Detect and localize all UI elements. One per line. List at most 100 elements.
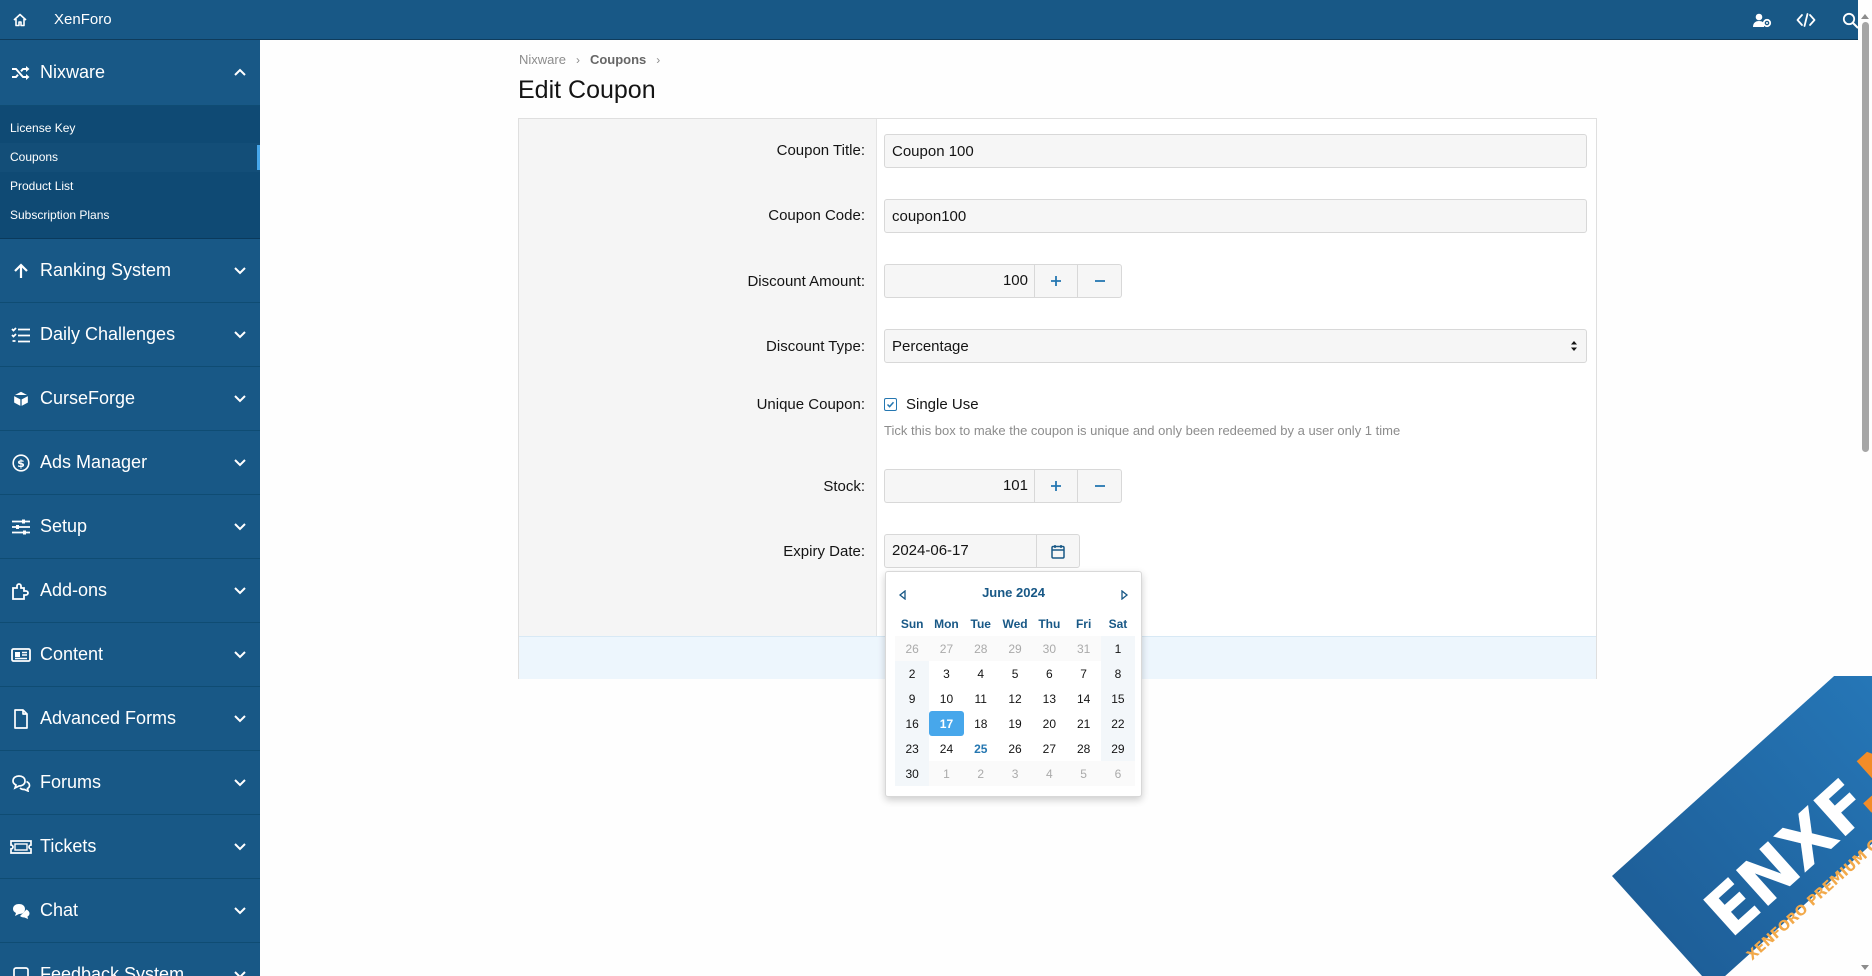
sidebar-section-label: Add-ons (40, 580, 108, 600)
calendar-day[interactable]: 6 (1100, 761, 1136, 786)
decrement-button[interactable] (1078, 264, 1122, 298)
sidebar-section-add-ons[interactable]: Add-ons (0, 559, 260, 623)
sidebar-item-subscription-plans[interactable]: Subscription Plans (0, 201, 260, 230)
calendar-day[interactable]: 4 (964, 661, 998, 686)
discount-amount-input[interactable]: 100 (884, 264, 1034, 298)
calendar-day[interactable]: 29 (1100, 736, 1136, 761)
calendar-day[interactable]: 3 (997, 761, 1033, 786)
calendar-day[interactable]: 26 (998, 736, 1032, 761)
calendar-day[interactable]: 10 (929, 686, 963, 711)
user-admins-button[interactable] (1740, 0, 1784, 40)
chevron-down-icon (230, 709, 250, 729)
home-button[interactable] (0, 0, 40, 40)
sidebar-section-daily-challenges[interactable]: Daily Challenges (0, 303, 260, 367)
calendar-day[interactable]: 28 (1066, 736, 1100, 761)
users-cog-icon (1753, 13, 1772, 28)
sidebar-section-content[interactable]: Content (0, 623, 260, 687)
stock-input[interactable]: 101 (884, 469, 1034, 503)
sidebar-section-setup[interactable]: Setup (0, 495, 260, 559)
minus-icon (1094, 485, 1105, 487)
calendar-icon (1051, 544, 1065, 559)
calendar-day[interactable]: 1 (929, 761, 964, 786)
discount-amount-stepper: 100 (884, 264, 1122, 298)
sidebar-section-label: Ranking System (40, 260, 172, 280)
calendar-day[interactable]: 30 (1032, 636, 1067, 661)
calendar-day[interactable]: 20 (1032, 711, 1066, 736)
sidebar-section-chat[interactable]: Chat (0, 879, 260, 943)
calendar-day[interactable]: 5 (1066, 761, 1101, 786)
stock-label: Stock: (823, 478, 865, 495)
calendar-day[interactable]: 17 (929, 711, 964, 736)
calendar-day[interactable]: 4 (1032, 761, 1067, 786)
calendar-day[interactable]: 30 (895, 761, 930, 786)
sidebar-item-license-key[interactable]: License Key (0, 114, 260, 143)
calendar-day[interactable]: 29 (997, 636, 1033, 661)
minus-icon (1094, 280, 1105, 282)
sidebar-section-ads-manager[interactable]: $ Ads Manager (0, 431, 260, 495)
sidebar-section-advanced-forms[interactable]: Advanced Forms (0, 687, 260, 751)
expiry-date-input[interactable]: 2024-06-17 (884, 534, 1036, 568)
dev-tools-button[interactable] (1784, 0, 1828, 40)
expiry-date-picker: 2024-06-17 (884, 534, 1080, 568)
increment-button[interactable] (1034, 264, 1078, 298)
discount-type-select[interactable]: Percentage (884, 329, 1587, 363)
calendar-day[interactable]: 2 (895, 661, 930, 686)
calendar-day[interactable]: 26 (895, 636, 930, 661)
coupon-title-input[interactable]: Coupon 100 (884, 134, 1587, 168)
calendar-day[interactable]: 27 (929, 636, 964, 661)
calendar-day[interactable]: 5 (998, 661, 1032, 686)
calendar-day[interactable]: 23 (895, 736, 930, 761)
calendar-day[interactable]: 19 (998, 711, 1032, 736)
sidebar-section-nixware[interactable]: Nixware (0, 40, 260, 106)
calendar-day[interactable]: 12 (998, 686, 1032, 711)
sidebar-section-feedback-system[interactable]: Feedback System (0, 943, 260, 976)
single-use-checkbox-row[interactable]: Single Use (884, 396, 979, 413)
calendar-day[interactable]: 9 (895, 686, 930, 711)
breadcrumb-link[interactable]: Coupons (590, 52, 646, 67)
calendar-toggle-button[interactable] (1036, 534, 1080, 568)
decrement-button[interactable] (1078, 469, 1122, 503)
comments-icon (10, 772, 32, 794)
calendar-day[interactable]: 24 (929, 736, 963, 761)
calendar-day[interactable]: 7 (1066, 661, 1100, 686)
coupon-title-label: Coupon Title: (776, 142, 865, 159)
coupon-code-input[interactable]: coupon100 (884, 199, 1587, 233)
dollar-circle-icon: $ (10, 452, 32, 474)
sidebar-item-coupons[interactable]: Coupons (0, 143, 260, 172)
chevron-down-icon (230, 901, 250, 921)
calendar-day[interactable]: 2 (963, 761, 998, 786)
calendar-day[interactable]: 15 (1100, 686, 1136, 711)
calendar-day[interactable]: 21 (1066, 711, 1100, 736)
sidebar-section-label: Chat (40, 900, 79, 920)
calendar-day[interactable]: 13 (1032, 686, 1066, 711)
calendar-day[interactable]: 25 (964, 736, 998, 761)
plus-icon (1051, 276, 1061, 286)
calendar-day[interactable]: 3 (929, 661, 963, 686)
calendar-day[interactable]: 1 (1100, 636, 1136, 661)
next-month-button[interactable] (1121, 587, 1129, 605)
sidebar-section-label: Feedback System (40, 964, 185, 976)
sidebar-item-product-list[interactable]: Product List (0, 172, 260, 201)
calendar-day[interactable]: 16 (895, 711, 930, 736)
sidebar-section-tickets[interactable]: Tickets (0, 815, 260, 879)
sidebar-section-forums[interactable]: Forums (0, 751, 260, 815)
calendar-day[interactable]: 22 (1100, 711, 1136, 736)
calendar-day[interactable]: 14 (1066, 686, 1100, 711)
calendar-day[interactable]: 31 (1066, 636, 1101, 661)
calendar-day[interactable]: 11 (964, 686, 998, 711)
single-use-label[interactable]: Single Use (906, 396, 979, 413)
breadcrumb-link[interactable]: Nixware (519, 52, 566, 67)
single-use-checkbox[interactable] (884, 398, 897, 411)
chevron-right-icon: › (656, 52, 661, 67)
sidebar-section-curseforge[interactable]: CurseForge (0, 367, 260, 431)
increment-button[interactable] (1034, 469, 1078, 503)
calendar-day[interactable]: 27 (1032, 736, 1066, 761)
scrollbar-thumb[interactable] (1862, 22, 1869, 452)
sidebar-section-ranking-system[interactable]: Ranking System (0, 239, 260, 303)
calendar-day[interactable]: 18 (964, 711, 998, 736)
calendar-day[interactable]: 6 (1032, 661, 1066, 686)
brand-link[interactable]: XenForo (54, 11, 112, 28)
calendar-day[interactable]: 8 (1100, 661, 1136, 686)
calendar-day[interactable]: 28 (963, 636, 998, 661)
list-check-icon (10, 324, 32, 346)
